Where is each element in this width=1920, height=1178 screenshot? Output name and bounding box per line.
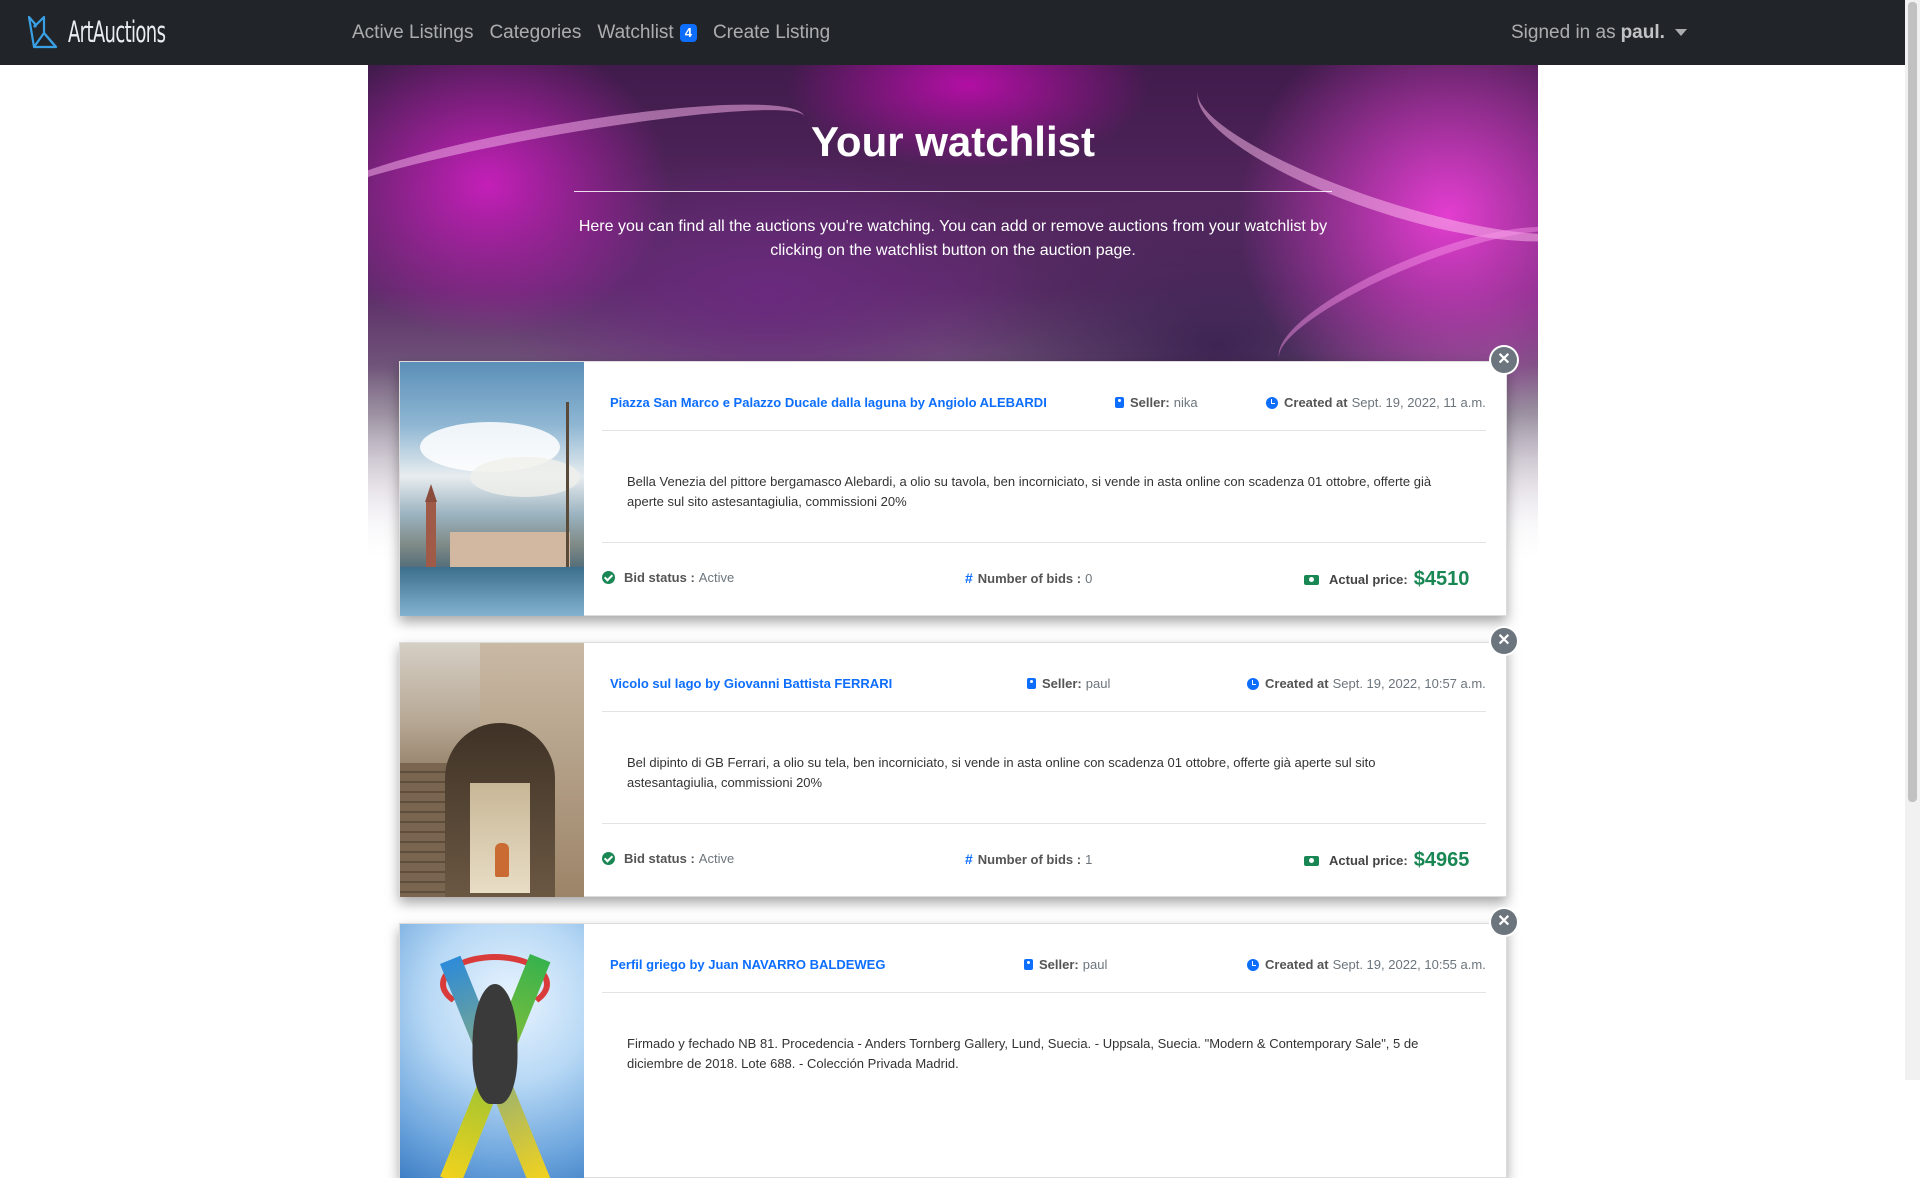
price-label: Actual price:	[1329, 572, 1408, 587]
bid-status: Bid status : Active	[602, 570, 734, 585]
cash-icon	[1304, 855, 1319, 866]
card-body: Vicolo sul lago by Giovanni Battista FER…	[584, 643, 1506, 897]
card-body: Piazza San Marco e Palazzo Ducale dalla …	[584, 362, 1506, 616]
created-label: Created at	[1265, 676, 1329, 691]
nav-create-listing[interactable]: Create Listing	[713, 22, 830, 44]
listing-title-link[interactable]: Perfil griego by Juan NAVARRO BALDEWEG	[610, 957, 885, 972]
card-divider	[602, 823, 1486, 824]
created-info: Created at Sept. 19, 2022, 10:55 a.m.	[1247, 957, 1486, 972]
created-info: Created at Sept. 19, 2022, 11 a.m.	[1266, 395, 1486, 410]
listing-description: Bella Venezia del pittore bergamasco Ale…	[627, 474, 1432, 509]
listing-description: Bel dipinto di GB Ferrari, a olio su tel…	[627, 755, 1376, 790]
main-nav: Active Listings Categories Watchlist 4 C…	[352, 0, 846, 65]
signed-in-label: Signed in as	[1511, 21, 1616, 43]
actual-price: Actual price: $4965	[1304, 849, 1469, 872]
watchlist-card: Piazza San Marco e Palazzo Ducale dalla …	[399, 361, 1507, 616]
bid-count: # Number of bids : 0	[965, 570, 1092, 586]
listing-title-link[interactable]: Piazza San Marco e Palazzo Ducale dalla …	[610, 395, 1047, 410]
brand-name: ArtAuctions	[68, 15, 166, 49]
seller-name: paul	[1085, 676, 1111, 691]
signed-in-username: paul.	[1620, 21, 1665, 43]
clock-icon	[1247, 677, 1259, 690]
person-badge-icon	[1115, 397, 1124, 408]
bid-status-label: Bid status :	[624, 851, 695, 866]
created-date: Sept. 19, 2022, 10:55 a.m.	[1332, 957, 1486, 972]
nav-active-listings[interactable]: Active Listings	[352, 22, 473, 44]
user-menu-toggle[interactable]: Signed in as paul.	[1511, 0, 1687, 65]
clock-icon	[1266, 396, 1278, 409]
artwork-image[interactable]	[400, 362, 584, 616]
created-label: Created at	[1284, 395, 1348, 410]
bid-status: Bid status : Active	[602, 851, 734, 866]
remove-from-watchlist-button[interactable]: ✕	[1491, 909, 1517, 935]
created-label: Created at	[1265, 957, 1329, 972]
person-badge-icon	[1027, 678, 1036, 689]
seller-label: Seller:	[1042, 676, 1082, 691]
artwork-image[interactable]	[400, 924, 584, 1178]
check-circle-icon	[602, 571, 615, 584]
hero-divider	[574, 191, 1332, 192]
artwork-image[interactable]	[400, 643, 584, 897]
price-label: Actual price:	[1329, 853, 1408, 868]
created-date: Sept. 19, 2022, 11 a.m.	[1351, 395, 1486, 410]
seller-info: Seller: paul	[1027, 676, 1110, 691]
card-body: Perfil griego by Juan NAVARRO BALDEWEG S…	[584, 924, 1506, 1178]
page-scrollbar[interactable]	[1905, 0, 1920, 1080]
top-navbar: ArtAuctions Active Listings Categories W…	[0, 0, 1905, 65]
page-title: Your watchlist	[811, 118, 1095, 165]
seller-label: Seller:	[1130, 395, 1170, 410]
nav-watchlist-label: Watchlist	[597, 21, 674, 43]
bid-count-label: Number of bids :	[977, 851, 1082, 867]
bid-count: # Number of bids : 1	[965, 851, 1092, 867]
seller-name: paul	[1082, 957, 1108, 972]
watchlist-count-badge: 4	[679, 23, 697, 42]
created-info: Created at Sept. 19, 2022, 10:57 a.m.	[1247, 676, 1486, 691]
price-value: $4510	[1413, 568, 1470, 590]
bid-count-label: Number of bids :	[977, 570, 1082, 586]
card-divider	[602, 430, 1486, 431]
bid-status-value: Active	[698, 570, 735, 585]
bid-count-value: 1	[1085, 851, 1093, 867]
listing-description: Firmado y fechado NB 81. Procedencia - A…	[627, 1036, 1419, 1071]
bid-status-label: Bid status :	[624, 570, 695, 585]
remove-from-watchlist-button[interactable]: ✕	[1491, 628, 1517, 654]
bid-count-value: 0	[1085, 570, 1093, 586]
seller-info: Seller: nika	[1115, 395, 1198, 410]
seller-label: Seller:	[1039, 957, 1079, 972]
brand-link[interactable]: ArtAuctions	[26, 10, 225, 54]
cash-icon	[1304, 574, 1319, 585]
bid-status-value: Active	[698, 851, 735, 866]
remove-from-watchlist-button[interactable]: ✕	[1491, 347, 1517, 373]
caret-down-icon	[1674, 29, 1687, 36]
price-value: $4965	[1413, 849, 1470, 871]
seller-name: nika	[1173, 395, 1198, 410]
hash-icon: #	[965, 851, 973, 867]
check-circle-icon	[602, 852, 615, 865]
watchlist-card: Perfil griego by Juan NAVARRO BALDEWEG S…	[399, 923, 1507, 1178]
cat-logo-icon	[27, 15, 58, 49]
created-date: Sept. 19, 2022, 10:57 a.m.	[1332, 676, 1486, 691]
hero-description: Here you can find all the auctions you'r…	[578, 218, 1328, 259]
nav-watchlist[interactable]: Watchlist 4	[597, 22, 697, 44]
hash-icon: #	[965, 570, 973, 586]
watchlist-card: Vicolo sul lago by Giovanni Battista FER…	[399, 642, 1507, 897]
clock-icon	[1247, 958, 1259, 971]
seller-info: Seller: paul	[1024, 957, 1107, 972]
card-divider	[602, 542, 1486, 543]
person-badge-icon	[1024, 959, 1033, 970]
card-divider	[602, 992, 1486, 993]
card-divider	[602, 711, 1486, 712]
listing-title-link[interactable]: Vicolo sul lago by Giovanni Battista FER…	[610, 676, 892, 691]
scrollbar-thumb[interactable]	[1908, 2, 1917, 802]
actual-price: Actual price: $4510	[1304, 568, 1469, 591]
nav-categories[interactable]: Categories	[489, 22, 581, 44]
